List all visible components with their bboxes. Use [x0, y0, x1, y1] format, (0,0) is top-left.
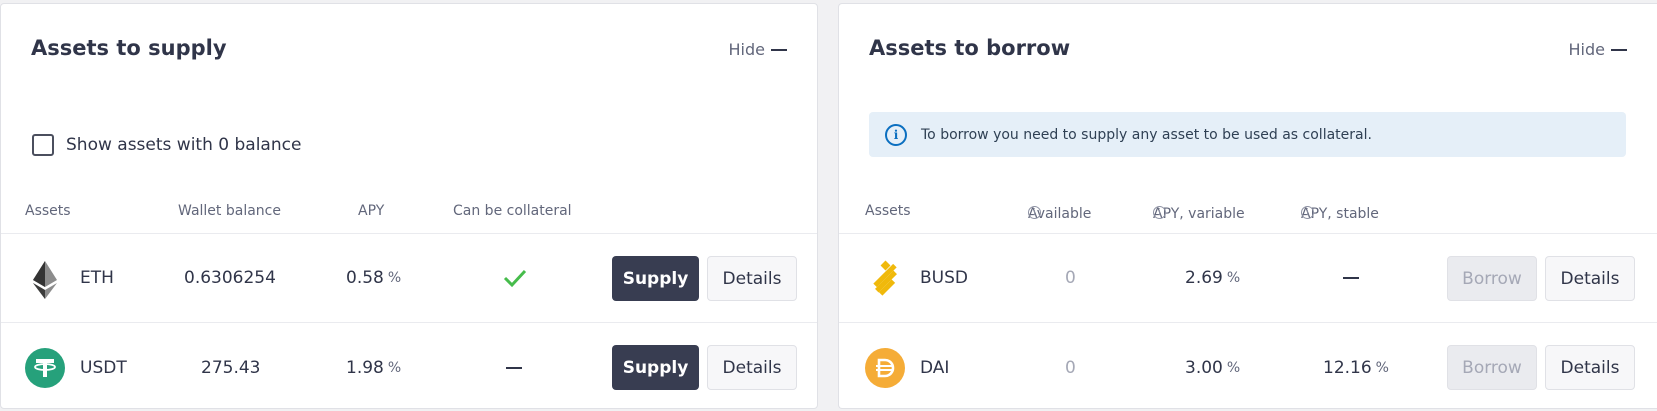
borrow-panel: Assets to borrow Hide i To borrow you ne…: [838, 3, 1657, 409]
supply-panel: Assets to supply Hide Show assets with 0…: [0, 3, 818, 409]
dai-icon: [865, 348, 905, 388]
usdt-icon: [25, 348, 65, 388]
available-value: 0: [1065, 357, 1076, 378]
zero-balance-label: Show assets with 0 balance: [66, 135, 302, 155]
asset-name: BUSD: [920, 268, 968, 288]
column-wallet-balance: Wallet balance: [178, 203, 281, 219]
borrow-table-header: Assets Available i APY, variable i APY, st…: [839, 200, 1657, 234]
apy-unit: %: [387, 270, 402, 286]
zero-balance-checkbox[interactable]: [32, 134, 54, 156]
hide-label: Hide: [1568, 40, 1605, 59]
column-assets: Assets: [25, 203, 71, 219]
asset-name: ETH: [80, 268, 114, 288]
column-assets: Assets: [865, 203, 911, 219]
busd-icon: [865, 259, 905, 299]
wallet-balance: 0.6306254: [184, 268, 276, 288]
minus-icon: [1611, 48, 1627, 51]
asset-name: USDT: [80, 357, 127, 378]
details-button[interactable]: Details: [1545, 256, 1635, 301]
column-can-be-collateral: Can be collateral: [453, 203, 572, 219]
info-icon: i: [885, 123, 907, 146]
available-value: 0: [1065, 268, 1076, 288]
apy-variable-value: 2.69%: [1185, 234, 1240, 322]
details-button[interactable]: Details: [1545, 345, 1635, 390]
apy-variable-value: 3.00%: [1185, 323, 1241, 408]
apy-value: 0.58%: [346, 234, 401, 322]
info-icon[interactable]: i: [1301, 206, 1314, 219]
details-button[interactable]: Details: [707, 345, 797, 390]
collateral-info-alert: i To borrow you need to supply any asset…: [869, 112, 1626, 157]
apy-stable-dash: [1343, 234, 1359, 322]
collateral-check-icon: [503, 234, 527, 322]
apy-variable-unit: %: [1226, 359, 1241, 376]
table-row: DAI 0 3.00% 12.16% Borrow Details: [839, 323, 1657, 408]
borrow-button[interactable]: Borrow: [1447, 345, 1537, 390]
zero-balance-toggle[interactable]: Show assets with 0 balance: [32, 134, 301, 156]
details-button[interactable]: Details: [707, 256, 797, 301]
supply-button[interactable]: Supply: [612, 345, 699, 390]
supply-hide-button[interactable]: Hide: [729, 40, 787, 59]
eth-icon: [25, 259, 65, 299]
table-row: ETH 0.6306254 0.58% Supply Details: [1, 234, 817, 323]
apy-unit: %: [387, 359, 402, 376]
apy-stable-number: 12.16: [1323, 357, 1372, 378]
supply-button[interactable]: Supply: [612, 256, 699, 301]
column-apy-variable-label: APY, variable: [1153, 206, 1245, 222]
supply-title: Assets to supply: [31, 36, 227, 60]
borrow-hide-button[interactable]: Hide: [1569, 40, 1627, 59]
info-text: To borrow you need to supply any asset t…: [921, 126, 1372, 143]
wallet-balance: 275.43: [201, 357, 261, 378]
table-row: BUSD 0 2.69% Borrow Details: [839, 234, 1657, 323]
apy-stable-unit: %: [1375, 359, 1389, 376]
info-icon[interactable]: i: [1028, 206, 1041, 219]
minus-icon: [771, 48, 787, 51]
column-apy: APY: [358, 203, 385, 219]
apy-variable-unit: %: [1226, 270, 1241, 286]
borrow-title: Assets to borrow: [869, 36, 1071, 60]
apy-number: 0.58: [346, 268, 384, 288]
asset-name: DAI: [920, 357, 950, 378]
apy-stable-value: 12.16%: [1323, 323, 1389, 408]
borrow-button[interactable]: Borrow: [1447, 256, 1537, 301]
table-row: USDT 275.43 1.98% Supply Details: [1, 323, 817, 408]
supply-table-header: Assets Wallet balance APY Can be collate…: [1, 200, 817, 234]
apy-variable-number: 3.00: [1185, 357, 1223, 378]
collateral-dash: [506, 323, 522, 408]
apy-variable-number: 2.69: [1185, 268, 1223, 288]
apy-number: 1.98: [346, 357, 384, 378]
apy-value: 1.98%: [346, 323, 402, 408]
hide-label: Hide: [728, 40, 765, 59]
info-icon[interactable]: i: [1153, 206, 1166, 219]
